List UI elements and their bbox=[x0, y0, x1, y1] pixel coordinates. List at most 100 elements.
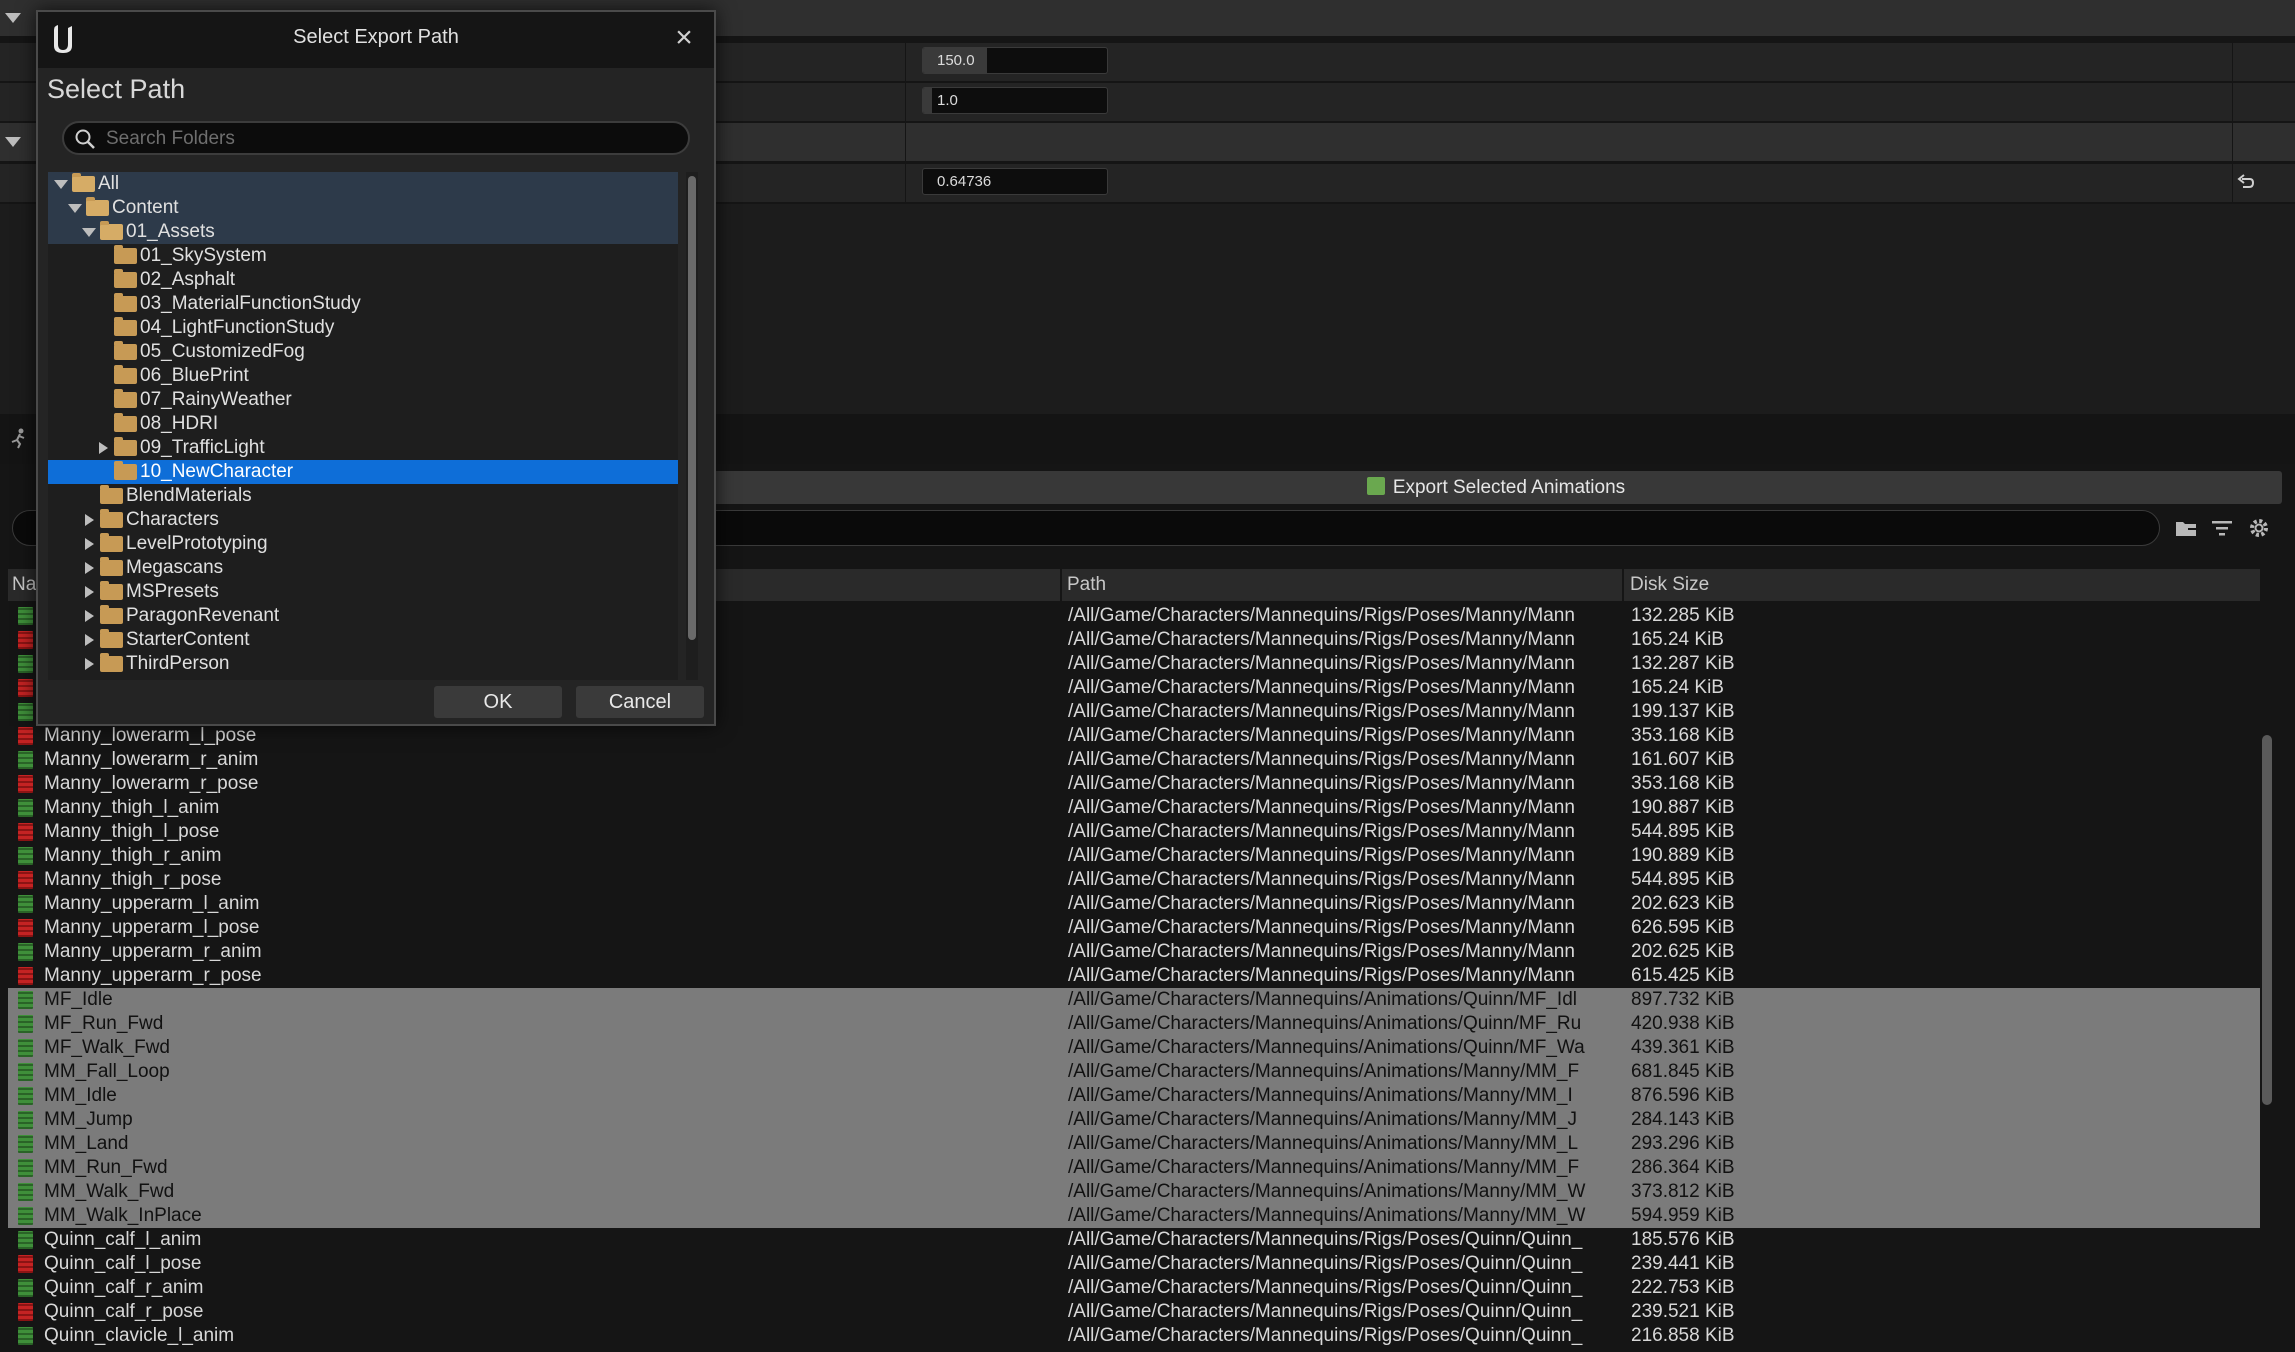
anim-sequence-icon bbox=[18, 1111, 33, 1129]
table-row[interactable]: Quinn_calf_r_pose/All/Game/Characters/Ma… bbox=[8, 1300, 2260, 1324]
disk-size: 286.364 KiB bbox=[1631, 1157, 1735, 1178]
column-divider[interactable] bbox=[1622, 569, 1624, 601]
asset-path: /All/Game/Characters/Mannequins/Rigs/Pos… bbox=[1068, 797, 1575, 818]
table-row[interactable]: Quinn_calf_l_anim/All/Game/Characters/Ma… bbox=[8, 1228, 2260, 1252]
tree-item[interactable]: 05_CustomizedFog bbox=[48, 340, 678, 364]
table-row[interactable]: MF_Walk_Fwd/All/Game/Characters/Mannequi… bbox=[8, 1036, 2260, 1060]
number-field[interactable]: 1.0 bbox=[922, 87, 1108, 114]
tree-item[interactable]: 04_LightFunctionStudy bbox=[48, 316, 678, 340]
collapsed-arrow-icon[interactable] bbox=[85, 658, 94, 670]
table-row[interactable]: MM_Jump/All/Game/Characters/Mannequins/A… bbox=[8, 1108, 2260, 1132]
asset-path: /All/Game/Characters/Mannequins/Rigs/Pos… bbox=[1068, 965, 1575, 986]
tree-item[interactable]: 10_NewCharacter bbox=[48, 460, 678, 484]
table-row[interactable]: MM_Walk_InPlace/All/Game/Characters/Mann… bbox=[8, 1204, 2260, 1228]
table-row[interactable]: Manny_lowerarm_l_pose/All/Game/Character… bbox=[8, 724, 2260, 748]
collapsed-arrow-icon[interactable] bbox=[85, 562, 94, 574]
tree-item[interactable]: Megascans bbox=[48, 556, 678, 580]
asset-name: Quinn_calf_l_pose bbox=[44, 1253, 202, 1274]
dialog-heading: Select Path bbox=[47, 74, 186, 104]
collapsed-arrow-icon[interactable] bbox=[85, 586, 94, 598]
asset-path: /All/Game/Characters/Mannequins/Animatio… bbox=[1068, 1133, 1579, 1154]
table-row[interactable]: Manny_upperarm_l_pose/All/Game/Character… bbox=[8, 916, 2260, 940]
settings-gear-icon[interactable] bbox=[2247, 516, 2271, 540]
table-row[interactable]: MF_Idle/All/Game/Characters/Mannequins/A… bbox=[8, 988, 2260, 1012]
disk-size: 132.287 KiB bbox=[1631, 653, 1735, 674]
folder-icon bbox=[114, 317, 137, 336]
tree-item[interactable]: LevelPrototyping bbox=[48, 532, 678, 556]
tree-scrollbar[interactable] bbox=[688, 176, 696, 640]
tree-item[interactable]: 08_HDRI bbox=[48, 412, 678, 436]
table-row[interactable]: MM_Walk_Fwd/All/Game/Characters/Mannequi… bbox=[8, 1180, 2260, 1204]
disk-size: 594.959 KiB bbox=[1631, 1205, 1735, 1226]
folder-filter-icon[interactable] bbox=[2174, 517, 2200, 539]
table-row[interactable]: Manny_thigh_l_anim/All/Game/Characters/M… bbox=[8, 796, 2260, 820]
table-row[interactable]: Manny_upperarm_l_anim/All/Game/Character… bbox=[8, 892, 2260, 916]
collapsed-arrow-icon[interactable] bbox=[85, 634, 94, 646]
tree-item[interactable]: 02_Asphalt bbox=[48, 268, 678, 292]
search-folders-field[interactable] bbox=[62, 121, 690, 155]
asset-name: Manny_upperarm_r_anim bbox=[44, 941, 262, 962]
tree-item[interactable]: 03_MaterialFunctionStudy bbox=[48, 292, 678, 316]
export-selected-animations-button[interactable]: Export Selected Animations bbox=[710, 471, 2282, 504]
tree-item[interactable]: ParagonRevenant bbox=[48, 604, 678, 628]
tree-item[interactable]: 01_SkySystem bbox=[48, 244, 678, 268]
collapse-arrow-icon[interactable] bbox=[5, 137, 21, 147]
tree-item[interactable]: 01_Assets bbox=[48, 220, 678, 244]
close-icon[interactable]: × bbox=[672, 23, 696, 53]
tree-item[interactable]: 06_BluePrint bbox=[48, 364, 678, 388]
table-row[interactable]: Quinn_calf_r_anim/All/Game/Characters/Ma… bbox=[8, 1276, 2260, 1300]
tree-item[interactable]: All bbox=[48, 172, 678, 196]
table-row[interactable]: MM_Land/All/Game/Characters/Mannequins/A… bbox=[8, 1132, 2260, 1156]
tree-item[interactable]: ThirdPerson bbox=[48, 652, 678, 676]
table-row[interactable]: Manny_thigh_l_pose/All/Game/Characters/M… bbox=[8, 820, 2260, 844]
folder-icon bbox=[114, 461, 137, 480]
table-row[interactable]: Manny_lowerarm_r_pose/All/Game/Character… bbox=[8, 772, 2260, 796]
cancel-button[interactable]: Cancel bbox=[576, 686, 704, 718]
dialog-title-bar[interactable]: Select Export Path × bbox=[38, 12, 714, 68]
expand-arrow-icon[interactable] bbox=[54, 180, 68, 189]
tree-item[interactable]: StarterContent bbox=[48, 628, 678, 652]
table-row[interactable]: Quinn_calf_l_pose/All/Game/Characters/Ma… bbox=[8, 1252, 2260, 1276]
collapsed-arrow-icon[interactable] bbox=[99, 442, 108, 454]
tree-item-label: 02_Asphalt bbox=[140, 269, 236, 290]
tree-item[interactable]: MSPresets bbox=[48, 580, 678, 604]
search-folders-input[interactable] bbox=[104, 125, 678, 153]
number-field[interactable]: 150.0 bbox=[922, 47, 1108, 74]
table-row[interactable]: MM_Fall_Loop/All/Game/Characters/Mannequ… bbox=[8, 1060, 2260, 1084]
reset-arrow-icon[interactable] bbox=[2236, 173, 2256, 193]
expand-arrow-icon[interactable] bbox=[82, 228, 96, 237]
tree-item-label: 08_HDRI bbox=[140, 413, 219, 434]
table-row[interactable]: MM_Idle/All/Game/Characters/Mannequins/A… bbox=[8, 1084, 2260, 1108]
column-header-disk-size[interactable]: Disk Size bbox=[1630, 569, 1709, 601]
expand-arrow-icon[interactable] bbox=[68, 204, 82, 213]
column-header-path[interactable]: Path bbox=[1067, 569, 1106, 601]
tree-item[interactable]: Characters bbox=[48, 508, 678, 532]
tree-item[interactable]: 09_TrafficLight bbox=[48, 436, 678, 460]
tree-item[interactable]: 07_RainyWeather bbox=[48, 388, 678, 412]
table-row[interactable]: Manny_thigh_r_anim/All/Game/Characters/M… bbox=[8, 844, 2260, 868]
collapsed-arrow-icon[interactable] bbox=[85, 514, 94, 526]
collapsed-arrow-icon[interactable] bbox=[85, 610, 94, 622]
anim-sequence-icon bbox=[18, 1207, 33, 1225]
column-divider[interactable] bbox=[1060, 569, 1062, 601]
disk-size: 353.168 KiB bbox=[1631, 773, 1735, 794]
tree-item[interactable]: BlendMaterials bbox=[48, 484, 678, 508]
table-row[interactable]: Manny_thigh_r_pose/All/Game/Characters/M… bbox=[8, 868, 2260, 892]
column-header-name[interactable]: Na bbox=[12, 569, 36, 601]
table-row[interactable]: MF_Run_Fwd/All/Game/Characters/Mannequin… bbox=[8, 1012, 2260, 1036]
table-row[interactable]: MM_Run_Fwd/All/Game/Characters/Mannequin… bbox=[8, 1156, 2260, 1180]
number-field[interactable]: 0.64736 bbox=[922, 168, 1108, 195]
table-scrollbar[interactable] bbox=[2262, 735, 2272, 1105]
filter-icon[interactable] bbox=[2210, 517, 2234, 539]
collapsed-arrow-icon[interactable] bbox=[85, 538, 94, 550]
tree-item[interactable]: Content bbox=[48, 196, 678, 220]
table-row[interactable]: Quinn_clavicle_l_anim/All/Game/Character… bbox=[8, 1324, 2260, 1348]
table-row[interactable]: Manny_lowerarm_r_anim/All/Game/Character… bbox=[8, 748, 2260, 772]
ok-button[interactable]: OK bbox=[434, 686, 562, 718]
table-row[interactable]: Manny_upperarm_r_anim/All/Game/Character… bbox=[8, 940, 2260, 964]
table-row[interactable]: Manny_upperarm_r_pose/All/Game/Character… bbox=[8, 964, 2260, 988]
asset-name: MM_Walk_InPlace bbox=[44, 1205, 202, 1226]
asset-path: /All/Game/Characters/Mannequins/Rigs/Pos… bbox=[1068, 1229, 1583, 1250]
run-figure-icon[interactable] bbox=[8, 427, 30, 449]
collapse-arrow-icon[interactable] bbox=[5, 13, 21, 23]
